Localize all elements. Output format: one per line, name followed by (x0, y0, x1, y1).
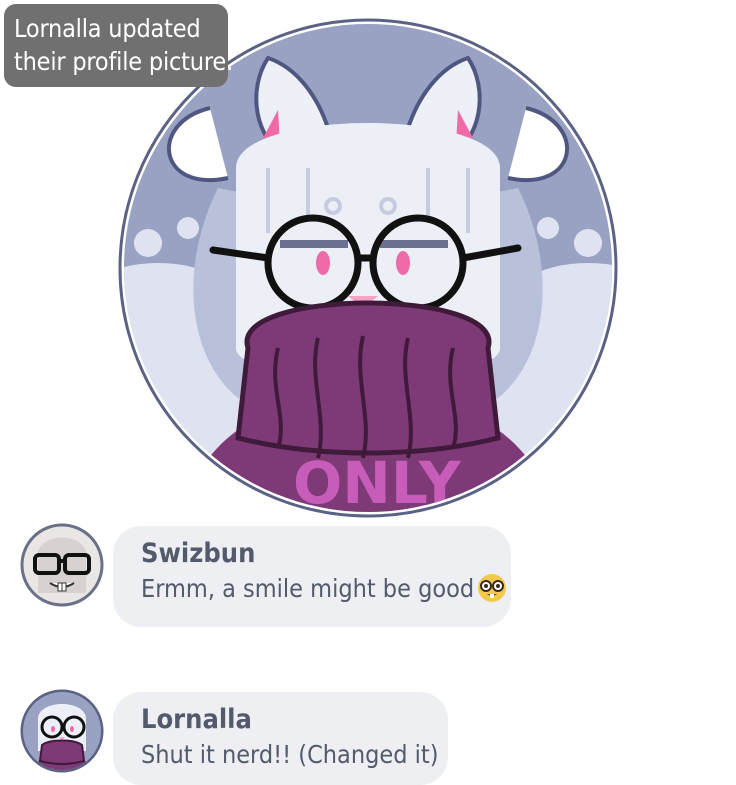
nerd-face-icon (478, 574, 507, 602)
notification-line-1: Lornalla updated (14, 14, 201, 43)
sender-name[interactable]: Lornalla (141, 702, 448, 738)
message-bubble: Lornalla Shut it nerd!! (Changed it) (113, 692, 448, 785)
sender-name[interactable]: Swizbun (141, 536, 511, 572)
swizbun-avatar-icon[interactable] (20, 523, 104, 607)
notification-line-2: their profile picture. (14, 47, 233, 76)
message-text: Ermm, a smile might be good (141, 572, 511, 606)
lornalla-avatar-icon[interactable] (20, 689, 104, 773)
profile-picture[interactable]: ONLY (118, 18, 618, 518)
message-text: Shut it nerd!! (Changed it) (141, 740, 439, 769)
bunny-avatar-icon: ONLY (118, 18, 618, 518)
profile-update-notification: Lornalla updated their profile picture. (4, 4, 233, 87)
message-bubble: Swizbun Ermm, a smile might be good (113, 526, 511, 627)
